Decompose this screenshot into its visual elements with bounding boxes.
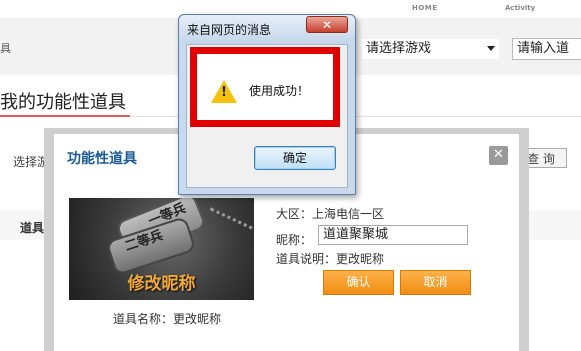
warning-icon-mark: ! [221,85,227,100]
game-select-value: 请选择游戏 [366,41,432,56]
nickname-label: 昵称： [276,233,313,247]
alert-close-icon[interactable]: ✕ [306,16,348,33]
cancel-button[interactable]: 取消 [400,270,471,295]
confirm-button[interactable]: 确认 [323,270,394,295]
chevron-down-icon [487,46,495,51]
nav-home-link[interactable]: HOME [412,4,438,12]
item-image: 一等兵 二等兵 修改昵称 [69,198,254,300]
region-label: 大区：上海电信一区 [276,207,385,221]
ok-button[interactable]: 确定 [254,146,336,170]
filter-label-fragment: 具 [0,42,11,55]
alert-title: 来自网页的消息 [187,23,272,37]
image-caption: 修改昵称 [127,274,196,294]
nickname-input[interactable]: 道道聚聚城 [318,225,468,245]
close-icon[interactable]: ✕ [489,146,508,165]
title-underline [0,115,130,117]
item-name-input[interactable]: 请输入道 [512,38,581,60]
game-select[interactable]: 请选择游戏 [362,39,499,59]
alert-message: 使用成功！ [249,84,310,98]
item-name-label: 道具名称：更改昵称 [113,312,222,326]
modal-title: 功能性道具 [67,151,137,167]
item-description: 道具说明：更改昵称 [276,252,385,266]
nav-activity-link[interactable]: Activity [505,4,535,12]
page-title: 我的功能性道具 [0,92,126,113]
